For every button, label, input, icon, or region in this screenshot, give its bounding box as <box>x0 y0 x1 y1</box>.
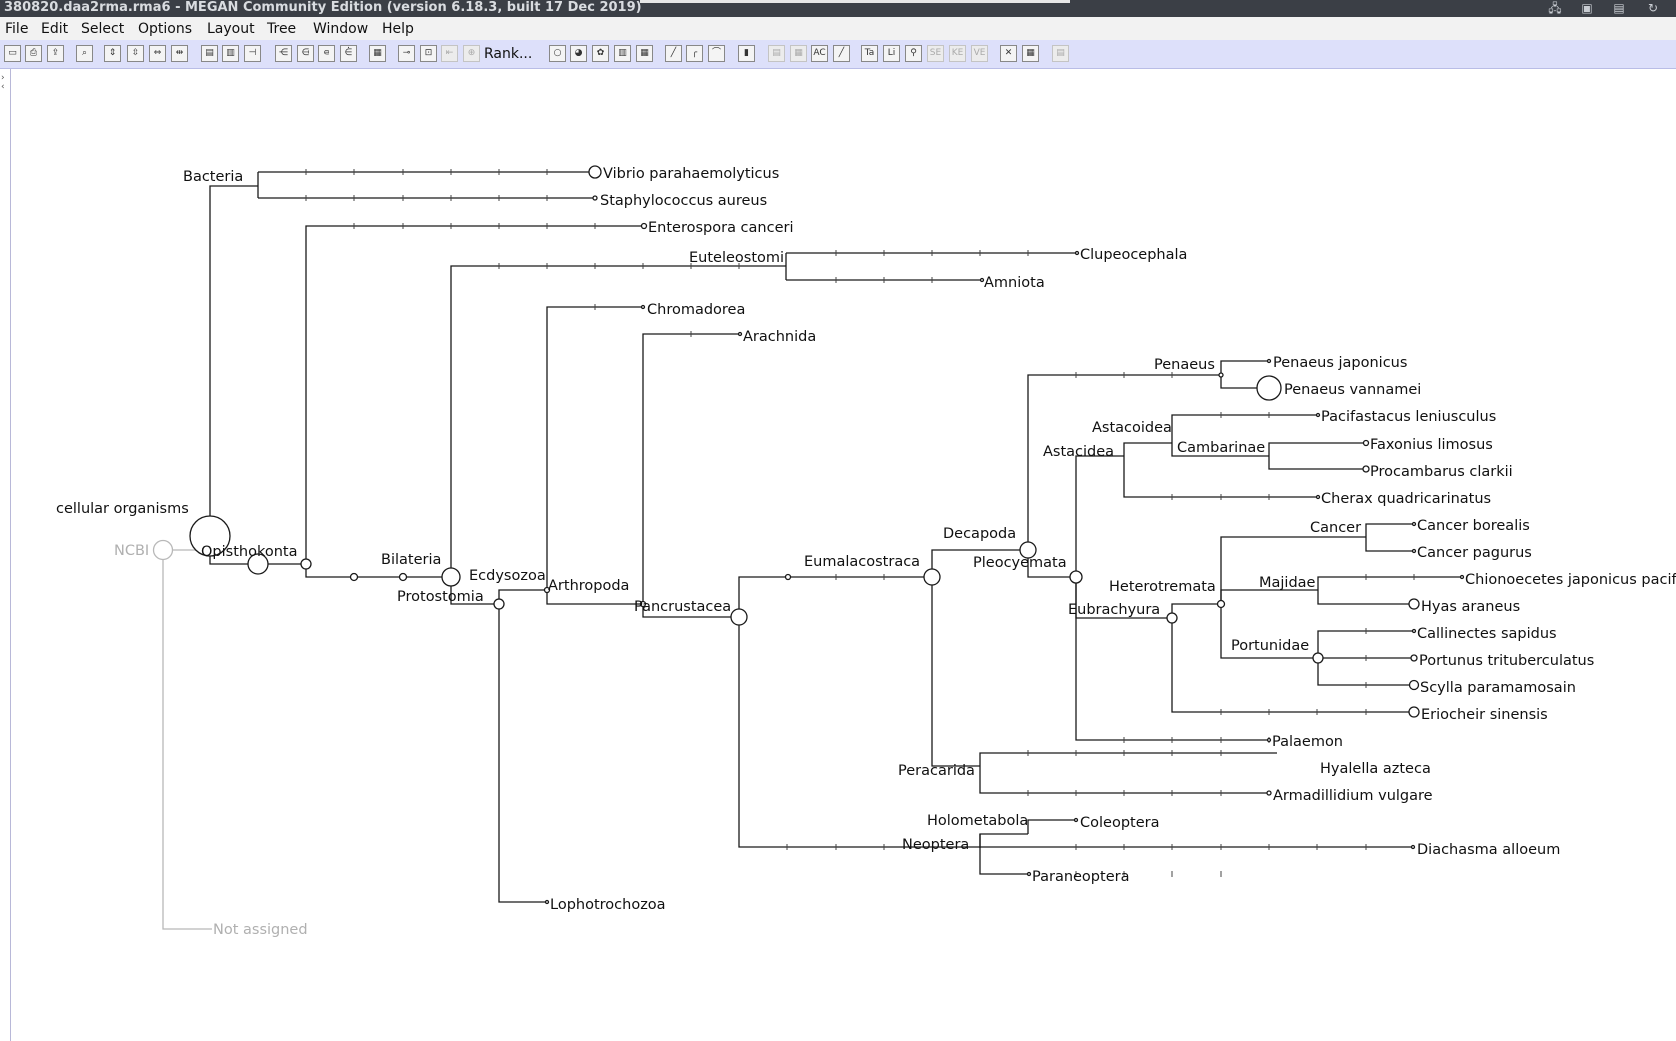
label-chromadorea[interactable]: Chromadorea <box>647 302 745 318</box>
node-clupeocephala[interactable] <box>1074 250 1080 256</box>
label-penaeus-vannamei[interactable]: Penaeus vannamei <box>1284 382 1421 398</box>
node-pleocyemata[interactable] <box>1069 570 1083 584</box>
label-cancer-borealis[interactable]: Cancer borealis <box>1417 518 1530 534</box>
label-staphylococcus[interactable]: Staphylococcus aureus <box>600 193 767 209</box>
label-hyalella[interactable]: Hyalella azteca <box>1320 761 1431 777</box>
label-chionoecetes[interactable]: Chionoecetes japonicus pacifi <box>1465 572 1676 588</box>
node-vibrio[interactable] <box>588 165 602 179</box>
label-portunus[interactable]: Portunus trituberculatus <box>1419 653 1594 669</box>
node-opisthokonta-child[interactable] <box>300 558 312 570</box>
label-callinectes[interactable]: Callinectes sapidus <box>1417 626 1557 642</box>
label-euteleostomi[interactable]: Euteleostomi <box>689 250 784 266</box>
label-eriocheir[interactable]: Eriocheir sinensis <box>1421 707 1548 723</box>
label-pancrustacea[interactable]: Pancrustacea <box>634 599 731 615</box>
label-cambarinae[interactable]: Cambarinae <box>1177 440 1265 456</box>
node-coleoptera[interactable] <box>1073 817 1079 823</box>
label-astacidea[interactable]: Astacidea <box>1043 444 1114 460</box>
label-opisthokonta[interactable]: Opisthokonta <box>201 544 297 560</box>
tree-nodes <box>152 165 1465 905</box>
label-arthropoda[interactable]: Arthropoda <box>548 578 629 594</box>
label-portunidae[interactable]: Portunidae <box>1231 638 1309 654</box>
label-diachasma[interactable]: Diachasma alloeum <box>1417 842 1560 858</box>
label-cherax[interactable]: Cherax quadricarinatus <box>1321 491 1491 507</box>
node-scylla[interactable] <box>1408 679 1420 691</box>
node-palaemon[interactable] <box>1266 737 1272 743</box>
node-cancer-borealis[interactable] <box>1411 521 1417 527</box>
taxonomy-tree: NCBI Not assigned cellular organisms Bac… <box>56 165 1676 938</box>
label-palaemon[interactable]: Palaemon <box>1272 734 1343 750</box>
label-hyas[interactable]: Hyas araneus <box>1421 599 1520 615</box>
label-bacteria[interactable]: Bacteria <box>183 169 243 185</box>
label-penaeus[interactable]: Penaeus <box>1154 357 1215 373</box>
label-heterotremata[interactable]: Heterotremata <box>1109 579 1216 595</box>
tree-edges-unassigned <box>162 536 212 930</box>
node-hyas[interactable] <box>1408 598 1420 610</box>
node-staphylococcus[interactable] <box>592 195 598 201</box>
label-cancer-pagurus[interactable]: Cancer pagurus <box>1417 545 1532 561</box>
label-neoptera[interactable]: Neoptera <box>902 837 969 853</box>
label-pleocyemata[interactable]: Pleocyemata <box>973 555 1067 571</box>
label-holometabola[interactable]: Holometabola <box>927 813 1028 829</box>
node-penaeus-vannamei[interactable] <box>1256 375 1282 401</box>
label-eumalacostraca[interactable]: Eumalacostraca <box>804 554 920 570</box>
node-protostomia[interactable] <box>493 598 505 610</box>
label-peracarida[interactable]: Peracarida <box>898 763 975 779</box>
label-paraneoptera[interactable]: Paraneoptera <box>1032 869 1129 885</box>
node-arachnida[interactable] <box>737 331 743 337</box>
node-penaeus-japonicus[interactable] <box>1266 358 1272 364</box>
node-chromadorea[interactable] <box>640 304 646 310</box>
label-clupeocephala[interactable]: Clupeocephala <box>1080 247 1187 263</box>
label-amniota[interactable]: Amniota <box>984 275 1045 291</box>
node-eubrachyura[interactable] <box>1166 612 1178 624</box>
node-enterospora[interactable] <box>640 222 648 230</box>
label-enterospora[interactable]: Enterospora canceri <box>648 220 794 236</box>
label-ncbi[interactable]: NCBI <box>114 543 149 559</box>
label-procambarus[interactable]: Procambarus clarkii <box>1370 464 1513 480</box>
label-cellular-organisms[interactable]: cellular organisms <box>56 501 189 517</box>
node-chionoecetes[interactable] <box>1459 574 1465 580</box>
label-astacoidea[interactable]: Astacoidea <box>1092 420 1172 436</box>
node-pacifastacus[interactable] <box>1315 412 1321 418</box>
label-not-assigned[interactable]: Not assigned <box>213 922 308 938</box>
label-lophotrochozoa[interactable]: Lophotrochozoa <box>550 897 666 913</box>
node-paraneoptera[interactable] <box>1026 871 1032 877</box>
node-portunidae[interactable] <box>1312 652 1324 664</box>
label-scylla[interactable]: Scylla paramamosain <box>1420 680 1576 696</box>
node-bilateria[interactable] <box>398 572 408 582</box>
node-portunus[interactable] <box>1410 654 1418 662</box>
node-ncbi[interactable] <box>152 539 174 561</box>
label-faxonius[interactable]: Faxonius limosus <box>1370 437 1493 453</box>
node-opisthokonta-chain[interactable] <box>349 572 359 582</box>
edge-tick-marks <box>305 169 1415 877</box>
label-eubrachyura[interactable]: Eubrachyura <box>1068 602 1160 618</box>
node-lophotrochozoa[interactable] <box>544 899 550 905</box>
label-penaeus-japonicus[interactable]: Penaeus japonicus <box>1273 355 1407 371</box>
label-vibrio[interactable]: Vibrio parahaemolyticus <box>603 166 779 182</box>
node-eumalacostraca-chain[interactable] <box>784 573 792 581</box>
node-penaeus[interactable] <box>1218 372 1224 378</box>
node-pancrustacea[interactable] <box>730 608 748 626</box>
label-cancer[interactable]: Cancer <box>1310 520 1361 536</box>
label-coleoptera[interactable]: Coleoptera <box>1080 815 1159 831</box>
label-ecdysozoa[interactable]: Ecdysozoa <box>469 568 546 584</box>
label-protostomia[interactable]: Protostomia <box>397 589 484 605</box>
node-bilateria-main[interactable] <box>441 567 461 587</box>
label-bilateria[interactable]: Bilateria <box>381 552 441 568</box>
node-diachasma[interactable] <box>1410 844 1416 850</box>
label-arachnida[interactable]: Arachnida <box>743 329 816 345</box>
node-eriocheir[interactable] <box>1408 706 1420 718</box>
node-callinectes[interactable] <box>1411 628 1417 634</box>
label-majidae[interactable]: Majidae <box>1259 575 1316 591</box>
node-faxonius[interactable] <box>1362 439 1370 447</box>
node-cancer-pagurus[interactable] <box>1411 548 1417 554</box>
node-cherax[interactable] <box>1315 494 1321 500</box>
label-armadillidium[interactable]: Armadillidium vulgare <box>1273 788 1433 804</box>
node-heterotremata[interactable] <box>1216 599 1226 609</box>
node-eumalacostraca[interactable] <box>923 568 941 586</box>
label-pacifastacus[interactable]: Pacifastacus leniusculus <box>1321 409 1496 425</box>
node-procambarus[interactable] <box>1362 465 1370 473</box>
label-decapoda[interactable]: Decapoda <box>943 526 1016 542</box>
node-armadillidium[interactable] <box>1266 790 1272 796</box>
